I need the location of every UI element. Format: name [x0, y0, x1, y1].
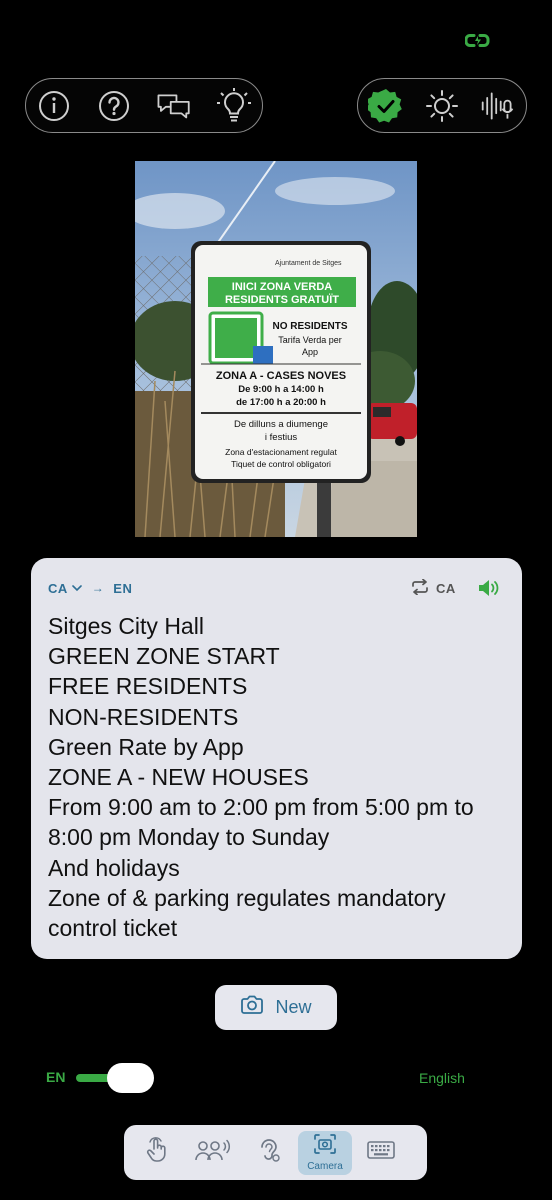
sign-hours-1: De 9:00 h a 14:00 h	[238, 384, 324, 395]
detected-language: CA	[436, 580, 456, 596]
source-language-select[interactable]: CA	[48, 581, 82, 596]
arrow-right-icon: →	[91, 581, 105, 595]
translation-text: Sitges City Hall GREEN ZONE START FREE R…	[48, 611, 508, 943]
sign-tarifa-2: App	[302, 347, 318, 357]
sign-banner-line1: INICI ZONA VERDA	[232, 281, 332, 293]
translation-line: Green Rate by App	[48, 733, 244, 760]
mode-tabbar: Camera	[124, 1125, 427, 1180]
sign-days-1: De dilluns a diumenge	[234, 419, 328, 430]
translation-line: ZONE A - NEW HOUSES	[48, 764, 309, 791]
speaker-icon[interactable]	[477, 577, 501, 604]
info-icon[interactable]	[36, 88, 72, 124]
translation-line: GREEN ZONE START	[48, 643, 280, 670]
camera-icon	[240, 995, 275, 1020]
info-toolbar	[25, 78, 263, 133]
hand-tap-icon	[145, 1137, 169, 1168]
tab-hearing[interactable]	[242, 1131, 296, 1175]
language-name: English	[419, 1070, 465, 1086]
toggle-knob[interactable]	[107, 1063, 154, 1093]
hearing-icon	[257, 1137, 281, 1168]
conversation-icon	[195, 1138, 231, 1167]
captured-photo: Ajuntament de Sitges INICI ZONA VERDA RE…	[135, 161, 417, 537]
repeat-icon	[411, 578, 429, 598]
verified-check-icon[interactable]	[368, 88, 404, 124]
camera-scan-icon	[314, 1133, 336, 1159]
battery-charging-icon	[464, 34, 491, 47]
tab-keyboard[interactable]	[354, 1131, 408, 1175]
target-language-code[interactable]: EN	[113, 581, 132, 596]
translation-line: From 9:00 am to 2:00 pm from 5:00 pm to …	[48, 794, 474, 851]
swap-language-button[interactable]: CA	[411, 577, 456, 599]
sign-note-2: Tiquet de control obligatori	[231, 459, 331, 469]
sign-days-2: i festius	[265, 432, 297, 443]
sign-header: Ajuntament de Sitges	[275, 260, 342, 267]
tab-camera-label: Camera	[307, 1160, 343, 1172]
tab-conversation[interactable]	[186, 1131, 240, 1175]
language-pair: CA → EN	[48, 579, 132, 597]
new-capture-button[interactable]: New	[215, 985, 337, 1030]
help-icon[interactable]	[96, 88, 132, 124]
settings-toolbar	[357, 78, 527, 133]
language-code-label: EN	[46, 1069, 66, 1085]
sign-note-1: Zona d'estacionament regulat	[225, 447, 337, 457]
sign-zona: ZONA A - CASES NOVES	[216, 370, 346, 382]
lightbulb-icon[interactable]	[216, 87, 252, 124]
translation-line: Sitges City Hall	[48, 613, 204, 639]
translation-line: FREE RESIDENTS	[48, 673, 248, 700]
chevron-down-icon	[71, 584, 82, 592]
translation-card: CA → EN CA Sitges City Hall GREEN ZONE S…	[31, 558, 522, 959]
brightness-icon[interactable]	[424, 88, 460, 124]
tab-touch[interactable]	[130, 1131, 184, 1175]
voice-mic-icon[interactable]	[480, 88, 516, 124]
new-button-label: New	[275, 997, 312, 1017]
translation-line: And holidays	[48, 854, 180, 881]
chat-bubbles-icon[interactable]	[156, 88, 192, 124]
sign-tarifa-1: Tarifa Verda per	[278, 335, 342, 345]
sign-banner-line2: RESIDENTS GRATUÏT	[225, 293, 339, 306]
tab-camera[interactable]: Camera	[298, 1130, 352, 1175]
keyboard-icon	[367, 1141, 395, 1164]
sign-hours-2: de 17:00 h a 20:00 h	[236, 397, 326, 408]
language-toggle[interactable]	[76, 1063, 154, 1093]
translation-line: NON-RESIDENTS	[48, 703, 239, 730]
sign-no-residents: NO RESIDENTS	[272, 321, 347, 332]
translation-line: Zone of & parking regulates mandatory co…	[48, 884, 446, 942]
source-language-code: CA	[48, 580, 68, 596]
